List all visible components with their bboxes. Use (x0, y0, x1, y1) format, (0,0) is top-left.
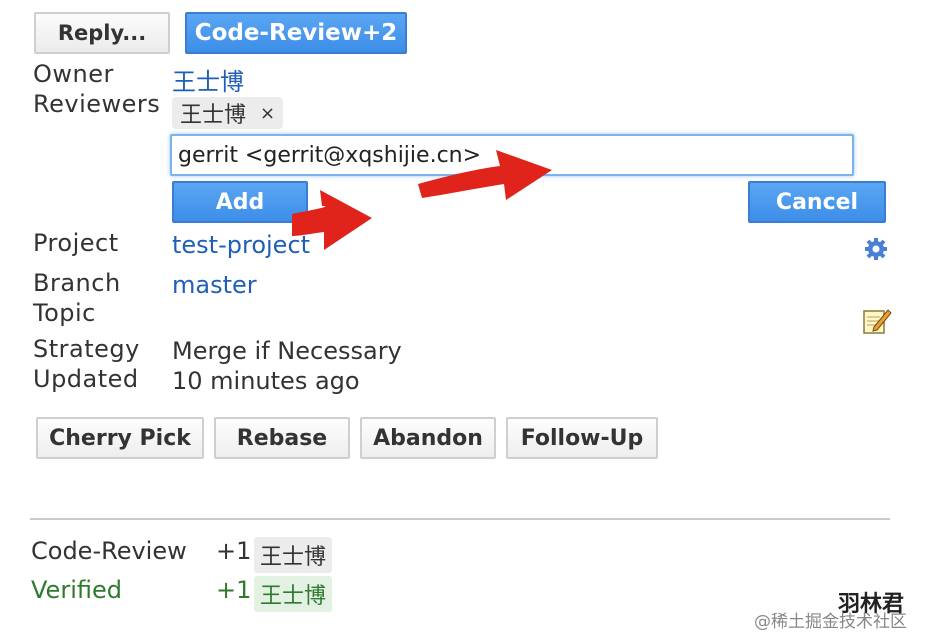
branch-link[interactable]: master (172, 271, 257, 299)
branch-label: Branch (33, 269, 121, 297)
code-review-voter: 王士博 (254, 537, 333, 573)
follow-up-button[interactable]: Follow-Up (506, 417, 658, 459)
code-review-score: +1 (216, 537, 252, 565)
cherry-pick-button[interactable]: Cherry Pick (36, 417, 204, 459)
gear-icon[interactable] (864, 237, 888, 261)
verified-score: +1 (216, 576, 252, 604)
updated-value: 10 minutes ago (172, 367, 360, 395)
watermark-site: @稀土掘金技术社区 (754, 612, 907, 632)
edit-topic-icon[interactable] (862, 307, 892, 335)
rebase-button[interactable]: Rebase (214, 417, 350, 459)
verified-label: Verified (31, 576, 122, 604)
updated-label: Updated (33, 365, 139, 393)
strategy-label: Strategy (33, 335, 140, 363)
code-review-label: Code-Review (31, 537, 187, 565)
project-label: Project (33, 229, 119, 257)
topic-label: Topic (33, 299, 96, 327)
annotation-arrow-input (418, 150, 552, 200)
strategy-value: Merge if Necessary (172, 337, 402, 365)
project-link[interactable]: test-project (172, 231, 310, 259)
verified-voter: 王士博 (254, 576, 333, 612)
section-divider (30, 518, 890, 520)
abandon-button[interactable]: Abandon (360, 417, 496, 459)
